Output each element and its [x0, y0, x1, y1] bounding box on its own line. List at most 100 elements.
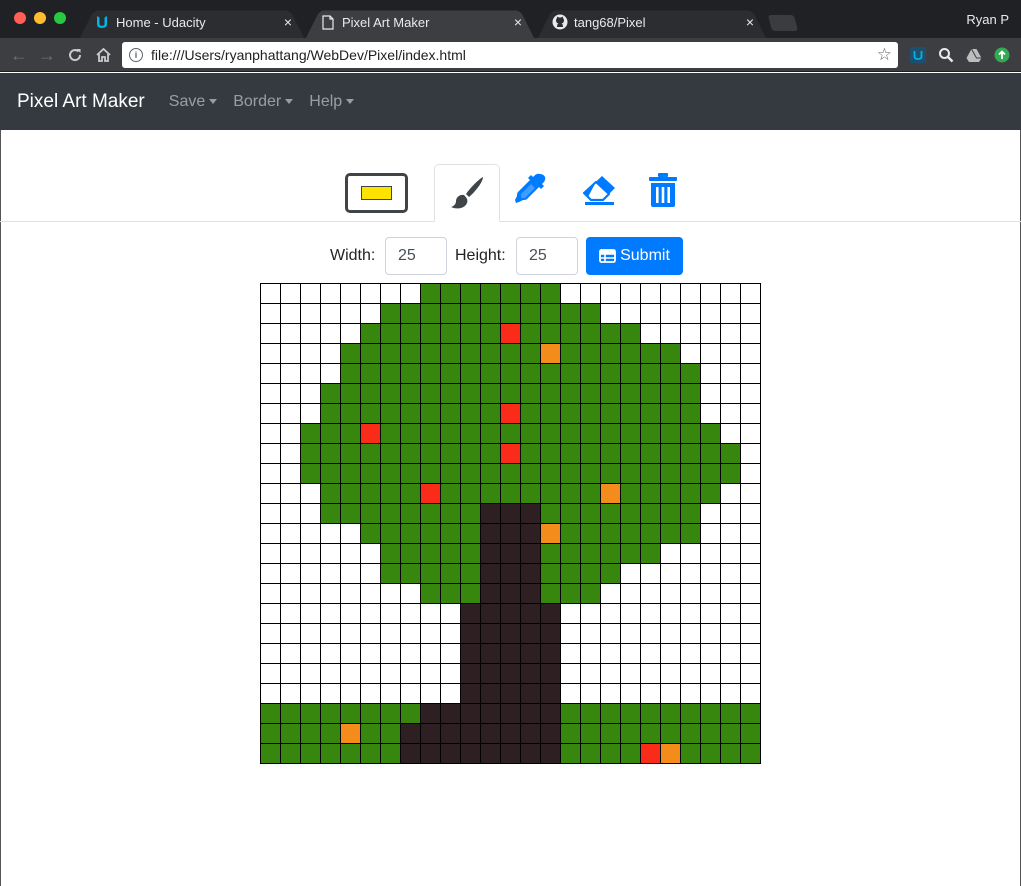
pixel-cell[interactable] — [700, 403, 721, 424]
pixel-cell[interactable] — [260, 743, 281, 764]
pixel-cell[interactable] — [500, 643, 521, 664]
pixel-cell[interactable] — [540, 343, 561, 364]
pixel-cell[interactable] — [360, 483, 381, 504]
pixel-cell[interactable] — [480, 463, 501, 484]
pixel-cell[interactable] — [480, 583, 501, 604]
pixel-cell[interactable] — [280, 563, 301, 584]
pixel-cell[interactable] — [600, 523, 621, 544]
pixel-cell[interactable] — [460, 303, 481, 324]
pixel-cell[interactable] — [540, 623, 561, 644]
pixel-cell[interactable] — [400, 603, 421, 624]
pixel-cell[interactable] — [380, 743, 401, 764]
pixel-cell[interactable] — [320, 283, 341, 304]
pixel-cell[interactable] — [560, 603, 581, 624]
pixel-cell[interactable] — [740, 383, 761, 404]
pixel-cell[interactable] — [340, 663, 361, 684]
pixel-cell[interactable] — [620, 483, 641, 504]
pixel-cell[interactable] — [600, 383, 621, 404]
forward-arrow-icon[interactable]: → — [36, 44, 58, 66]
pixel-cell[interactable] — [520, 723, 541, 744]
pixel-cell[interactable] — [560, 303, 581, 324]
pixel-cell[interactable] — [460, 723, 481, 744]
pixel-cell[interactable] — [500, 743, 521, 764]
pixel-cell[interactable] — [660, 343, 681, 364]
pixel-cell[interactable] — [260, 323, 281, 344]
pixel-cell[interactable] — [400, 723, 421, 744]
pixel-cell[interactable] — [620, 383, 641, 404]
pixel-cell[interactable] — [500, 423, 521, 444]
pixel-cell[interactable] — [420, 663, 441, 684]
pixel-cell[interactable] — [580, 543, 601, 564]
pixel-cell[interactable] — [720, 283, 741, 304]
pixel-cell[interactable] — [460, 463, 481, 484]
pixel-cell[interactable] — [440, 523, 461, 544]
pixel-cell[interactable] — [600, 563, 621, 584]
pixel-cell[interactable] — [340, 423, 361, 444]
pixel-cell[interactable] — [540, 383, 561, 404]
pixel-cell[interactable] — [600, 623, 621, 644]
pixel-cell[interactable] — [260, 723, 281, 744]
pixel-cell[interactable] — [480, 563, 501, 584]
pixel-cell[interactable] — [360, 443, 381, 464]
pixel-cell[interactable] — [260, 503, 281, 524]
pixel-cell[interactable] — [620, 403, 641, 424]
pixel-cell[interactable] — [560, 583, 581, 604]
pixel-cell[interactable] — [540, 463, 561, 484]
pixel-cell[interactable] — [280, 483, 301, 504]
pixel-cell[interactable] — [700, 503, 721, 524]
pixel-cell[interactable] — [360, 743, 381, 764]
pixel-cell[interactable] — [480, 303, 501, 324]
pixel-cell[interactable] — [600, 423, 621, 444]
pixel-cell[interactable] — [260, 623, 281, 644]
pixel-cell[interactable] — [440, 683, 461, 704]
pixel-cell[interactable] — [740, 623, 761, 644]
pixel-cell[interactable] — [660, 363, 681, 384]
pixel-cell[interactable] — [400, 563, 421, 584]
pixel-cell[interactable] — [680, 603, 701, 624]
pixel-cell[interactable] — [400, 623, 421, 644]
pixel-cell[interactable] — [540, 543, 561, 564]
pixel-cell[interactable] — [440, 723, 461, 744]
pixel-cell[interactable] — [320, 623, 341, 644]
pixel-cell[interactable] — [520, 483, 541, 504]
pixel-cell[interactable] — [740, 343, 761, 364]
pixel-cell[interactable] — [340, 303, 361, 324]
pixel-cell[interactable] — [720, 703, 741, 724]
pixel-cell[interactable] — [440, 743, 461, 764]
pixel-cell[interactable] — [340, 703, 361, 724]
pixel-cell[interactable] — [440, 503, 461, 524]
pixel-cell[interactable] — [380, 503, 401, 524]
pixel-cell[interactable] — [700, 363, 721, 384]
pixel-cell[interactable] — [580, 383, 601, 404]
pixel-cell[interactable] — [260, 663, 281, 684]
pixel-cell[interactable] — [340, 283, 361, 304]
pixel-cell[interactable] — [520, 423, 541, 444]
pixel-cell[interactable] — [380, 603, 401, 624]
pixel-cell[interactable] — [500, 343, 521, 364]
pixel-cell[interactable] — [560, 323, 581, 344]
pixel-cell[interactable] — [360, 523, 381, 544]
color-picker-button[interactable] — [345, 173, 408, 213]
pixel-cell[interactable] — [360, 583, 381, 604]
pixel-cell[interactable] — [460, 543, 481, 564]
pixel-cell[interactable] — [500, 723, 521, 744]
help-menu[interactable]: Help — [309, 93, 355, 111]
pixel-cell[interactable] — [360, 383, 381, 404]
pixel-cell[interactable] — [380, 303, 401, 324]
pixel-cell[interactable] — [280, 283, 301, 304]
pixel-cell[interactable] — [380, 543, 401, 564]
pixel-cell[interactable] — [720, 363, 741, 384]
pixel-cell[interactable] — [380, 283, 401, 304]
pixel-cell[interactable] — [300, 303, 321, 324]
pixel-cell[interactable] — [640, 623, 661, 644]
pixel-cell[interactable] — [680, 323, 701, 344]
pixel-cell[interactable] — [420, 563, 441, 584]
pixel-cell[interactable] — [660, 563, 681, 584]
pixel-cell[interactable] — [720, 723, 741, 744]
pixel-cell[interactable] — [600, 543, 621, 564]
pixel-cell[interactable] — [280, 683, 301, 704]
pixel-cell[interactable] — [360, 283, 381, 304]
pixel-cell[interactable] — [320, 463, 341, 484]
pixel-cell[interactable] — [580, 743, 601, 764]
pixel-cell[interactable] — [600, 443, 621, 464]
